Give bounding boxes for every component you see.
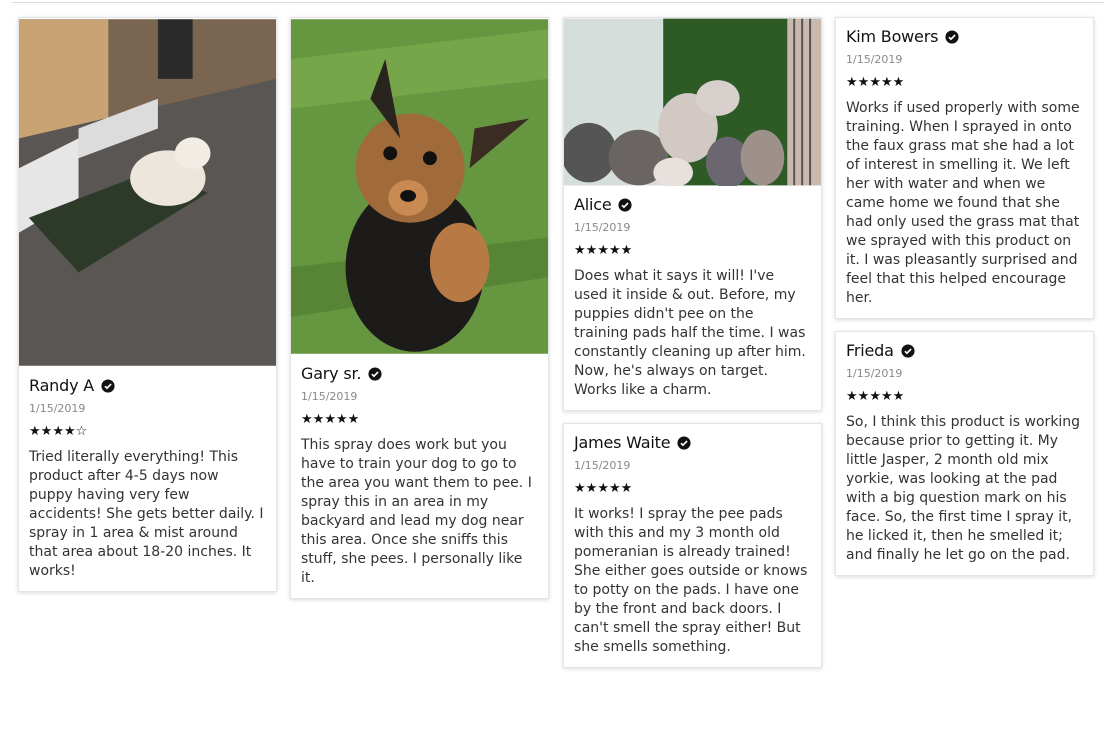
star-icon: ★	[869, 75, 881, 90]
star-icon: ★	[301, 412, 313, 427]
star-icon: ★	[347, 412, 360, 427]
star-icon: ★	[869, 389, 881, 404]
star-icon: ★	[335, 412, 348, 427]
star-icon: ★	[29, 424, 41, 439]
reviewer-name: Kim Bowers	[846, 27, 1083, 46]
review-date: 1/15/2019	[29, 402, 86, 415]
review-photo-puppies-in-pen[interactable]	[564, 18, 821, 186]
star-rating: ★★★★★	[846, 75, 1083, 91]
star-icon: ★	[892, 75, 905, 90]
review-date: 1/15/2019	[574, 221, 631, 234]
star-icon: ★	[846, 75, 858, 90]
review-card-randy[interactable]: Randy A 1/15/2019 ★★★★☆ Tried literally …	[18, 17, 277, 592]
verified-check-icon	[901, 343, 915, 358]
star-icon: ★	[608, 481, 621, 496]
star-icon: ★	[880, 389, 893, 404]
star-icon: ★	[892, 389, 905, 404]
star-icon: ★	[63, 424, 76, 439]
review-card-alice[interactable]: Alice 1/15/2019 ★★★★★ Does what it says …	[563, 17, 822, 411]
star-rating: ★★★★★	[574, 481, 811, 497]
review-text: Does what it says it will! I've used it …	[574, 268, 806, 398]
review-text: So, I think this product is working beca…	[846, 414, 1081, 563]
star-icon: ★	[574, 243, 586, 258]
review-card-james[interactable]: James Waite 1/15/2019 ★★★★★ It works! I …	[563, 423, 822, 668]
review-text: Works if used properly with some trainin…	[846, 100, 1080, 306]
review-card-frieda[interactable]: Frieda 1/15/2019 ★★★★★ So, I think this …	[835, 331, 1094, 576]
verified-check-icon	[677, 435, 691, 450]
reviewer-name: Alice	[574, 195, 811, 214]
verified-check-icon	[368, 366, 382, 381]
star-icon: ★	[40, 424, 53, 439]
star-empty-icon: ☆	[75, 424, 88, 439]
review-text: This spray does work but you have to tra…	[301, 437, 532, 586]
review-column-3: Alice 1/15/2019 ★★★★★ Does what it says …	[563, 17, 822, 680]
star-icon: ★	[585, 481, 598, 496]
review-card-gary[interactable]: Gary sr. 1/15/2019 ★★★★★ This spray does…	[290, 17, 549, 599]
star-icon: ★	[846, 389, 858, 404]
review-text: It works! I spray the pee pads with this…	[574, 506, 808, 655]
review-card-kim[interactable]: Kim Bowers 1/15/2019 ★★★★★ Works if used…	[835, 17, 1094, 319]
star-icon: ★	[857, 389, 870, 404]
star-icon: ★	[880, 75, 893, 90]
review-date: 1/15/2019	[846, 53, 903, 66]
star-rating: ★★★★★	[574, 243, 811, 259]
star-icon: ★	[324, 412, 336, 427]
star-icon: ★	[620, 481, 633, 496]
star-icon: ★	[52, 424, 64, 439]
reviewer-name: Frieda	[846, 341, 1083, 360]
reviewer-name: Randy A	[29, 376, 266, 395]
review-date: 1/15/2019	[574, 459, 631, 472]
star-icon: ★	[608, 243, 621, 258]
star-icon: ★	[312, 412, 325, 427]
star-rating: ★★★★☆	[29, 424, 266, 440]
star-icon: ★	[574, 481, 586, 496]
star-icon: ★	[585, 243, 598, 258]
review-photo-dog-on-grass-mat[interactable]	[19, 18, 276, 367]
review-column-1: Randy A 1/15/2019 ★★★★☆ Tried literally …	[18, 17, 277, 604]
verified-check-icon	[618, 197, 633, 212]
review-column-2: Gary sr. 1/15/2019 ★★★★★ This spray does…	[290, 17, 549, 611]
review-photo-yorkie-puppy[interactable]	[291, 18, 548, 355]
top-divider	[12, 2, 1104, 3]
star-rating: ★★★★★	[846, 389, 1083, 405]
review-text: Tried literally everything! This product…	[29, 449, 264, 579]
review-column-4: Kim Bowers 1/15/2019 ★★★★★ Works if used…	[835, 17, 1094, 588]
star-icon: ★	[857, 75, 870, 90]
review-date: 1/15/2019	[846, 367, 903, 380]
reviewer-name: Gary sr.	[301, 364, 538, 383]
reviewer-name: James Waite	[574, 433, 811, 452]
verified-check-icon	[945, 29, 959, 44]
review-date: 1/15/2019	[301, 390, 358, 403]
star-icon: ★	[597, 243, 609, 258]
star-icon: ★	[620, 243, 633, 258]
verified-check-icon	[101, 378, 115, 393]
star-icon: ★	[597, 481, 609, 496]
star-rating: ★★★★★	[301, 412, 538, 428]
